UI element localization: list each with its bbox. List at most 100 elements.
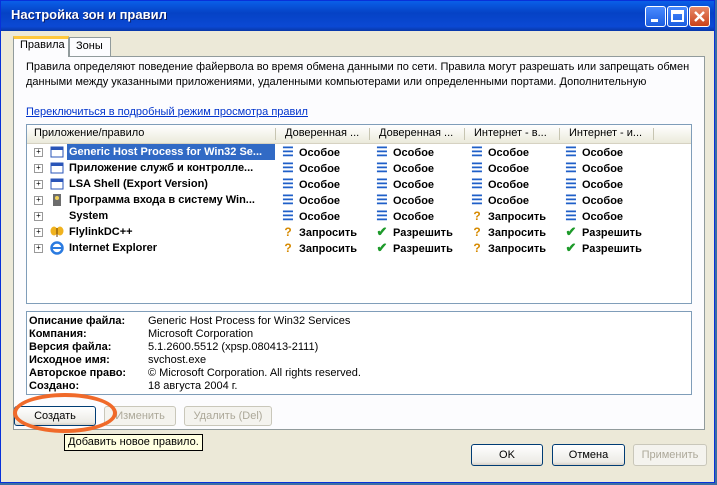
rule-cell[interactable]: ☰ Особое: [564, 192, 623, 208]
title-bar[interactable]: Настройка зон и правил: [1, 1, 714, 31]
special-rule-icon: ☰: [471, 192, 483, 207]
rule-cell[interactable]: ☰ Особое: [281, 208, 340, 224]
special-rule-icon: ☰: [565, 208, 577, 223]
special-rule-icon: ☰: [471, 160, 483, 175]
tab-rules[interactable]: Правила: [13, 36, 69, 57]
rule-name: FlylinkDC++: [69, 226, 133, 238]
expand-toggle-icon[interactable]: +: [34, 228, 43, 237]
rule-row[interactable]: + Приложение служб и контролле... ☰ Особое ☰…: [27, 160, 691, 176]
special-rule-icon: ☰: [565, 192, 577, 207]
special-rule-icon: ☰: [565, 160, 577, 175]
rule-row[interactable]: + System ☰ Особое ☰ Особое? Запросить ☰ Особое: [27, 208, 691, 224]
rule-cell[interactable]: ? Запросить: [281, 224, 357, 240]
column-header-trusted-in[interactable]: Доверенная ...: [285, 127, 359, 139]
ask-icon: ?: [473, 209, 481, 223]
rule-cell[interactable]: ✔ Разрешить: [375, 224, 453, 240]
allow-check-icon: ✔: [376, 224, 388, 239]
rule-row[interactable]: + FlylinkDC++ ? Запросить ✔ Разрешить ? Запроси…: [27, 224, 691, 240]
rule-row[interactable]: + Internet Explorer ? Запросить ✔ Разрешить ? З…: [27, 240, 691, 256]
maximize-icon: [671, 10, 684, 22]
rule-cell-text: Разрешить: [582, 227, 642, 239]
expand-toggle-icon[interactable]: +: [34, 244, 43, 253]
rule-cell[interactable]: ? Запросить: [470, 224, 546, 240]
rule-name: Internet Explorer: [69, 242, 158, 254]
rule-cell-text: Особое: [299, 179, 341, 191]
rule-cell[interactable]: ☰ Особое: [375, 192, 434, 208]
special-rule-icon: ☰: [282, 176, 294, 191]
tab-zones[interactable]: Зоны: [69, 37, 111, 56]
file-info-value: Generic Host Process for Win32 Services: [148, 315, 351, 327]
key-app-icon: [50, 193, 64, 207]
rule-cell[interactable]: ☰ Особое: [470, 176, 529, 192]
rule-cell[interactable]: ? Запросить: [470, 208, 546, 224]
rule-row[interactable]: + Программа входа в систему Win... ☰ Особое…: [27, 192, 691, 208]
minimize-icon: [651, 19, 658, 22]
file-info-value: © Microsoft Corporation. All rights rese…: [148, 367, 361, 379]
column-header-internet-in[interactable]: Интернет - в...: [474, 127, 547, 139]
window-app-icon: [50, 177, 64, 191]
rule-cell[interactable]: ☰ Особое: [375, 144, 434, 160]
rule-row[interactable]: + Generic Host Process for Win32 Se... ☰ Ос…: [27, 144, 691, 160]
rule-cell[interactable]: ✔ Разрешить: [375, 240, 453, 256]
ie-app-icon: [50, 241, 64, 255]
expand-toggle-icon[interactable]: +: [34, 196, 43, 205]
rule-cell-text: Запросить: [488, 227, 546, 239]
highlight-ring: [13, 393, 117, 433]
rule-cell[interactable]: ? Запросить: [470, 240, 546, 256]
rule-cell[interactable]: ☰ Особое: [564, 160, 623, 176]
rule-cell-text: Особое: [488, 195, 530, 207]
rule-cell[interactable]: ☰ Особое: [375, 176, 434, 192]
expand-toggle-icon[interactable]: +: [34, 180, 43, 189]
rule-cell[interactable]: ? Запросить: [281, 240, 357, 256]
rule-cell[interactable]: ☰ Особое: [564, 208, 623, 224]
window-app-icon: [50, 161, 64, 175]
expand-toggle-icon[interactable]: +: [34, 164, 43, 173]
detail-mode-link[interactable]: Переключиться в подробный режим просмотр…: [26, 106, 308, 118]
close-button[interactable]: [689, 6, 710, 27]
cancel-button[interactable]: Отмена: [552, 444, 625, 466]
expand-toggle-icon[interactable]: +: [34, 148, 43, 157]
ok-button[interactable]: OK: [471, 444, 543, 466]
column-header-app[interactable]: Приложение/правило: [34, 127, 144, 139]
minimize-button[interactable]: [645, 6, 666, 27]
rule-cell[interactable]: ☰ Особое: [470, 160, 529, 176]
special-rule-icon: ☰: [282, 192, 294, 207]
rule-cell-text: Особое: [582, 211, 624, 223]
rule-cell[interactable]: ✔ Разрешить: [564, 224, 642, 240]
rule-cell-text: Особое: [393, 211, 435, 223]
rule-row[interactable]: + LSA Shell (Export Version) ☰ Особое ☰ Особо…: [27, 176, 691, 192]
rule-cell[interactable]: ☰ Особое: [564, 144, 623, 160]
file-info-value: 5.1.2600.5512 (xpsp.080413-2111): [148, 341, 319, 353]
rule-name: Generic Host Process for Win32 Se...: [67, 144, 275, 160]
rule-cell-text: Особое: [582, 147, 624, 159]
allow-check-icon: ✔: [565, 224, 577, 239]
maximize-button[interactable]: [667, 6, 688, 27]
rule-name: LSA Shell (Export Version): [69, 178, 208, 190]
create-rule-tooltip: Добавить новое правило.: [64, 434, 203, 451]
rule-cell[interactable]: ☰ Особое: [470, 144, 529, 160]
rule-cell-text: Особое: [299, 163, 341, 175]
column-header-trusted-out[interactable]: Доверенная ...: [379, 127, 453, 139]
rule-cell-text: Особое: [582, 163, 624, 175]
expand-toggle-icon[interactable]: +: [34, 212, 43, 221]
rule-cell[interactable]: ☰ Особое: [281, 192, 340, 208]
file-info-label: Исходное имя:: [29, 354, 110, 366]
rule-cell[interactable]: ☰ Особое: [375, 160, 434, 176]
delete-rule-button[interactable]: Удалить (Del): [184, 406, 272, 426]
rule-cell[interactable]: ☰ Особое: [375, 208, 434, 224]
apply-button[interactable]: Применить: [633, 444, 707, 466]
special-rule-icon: ☰: [282, 144, 294, 159]
rule-cell[interactable]: ☰ Особое: [281, 176, 340, 192]
special-rule-icon: ☰: [282, 208, 294, 223]
rules-list[interactable]: Приложение/правило Доверенная ... Довере…: [26, 124, 692, 304]
rule-cell[interactable]: ✔ Разрешить: [564, 240, 642, 256]
rule-cell[interactable]: ☰ Особое: [281, 160, 340, 176]
rule-cell[interactable]: ☰ Особое: [564, 176, 623, 192]
special-rule-icon: ☰: [376, 160, 388, 175]
column-header-internet-out[interactable]: Интернет - и...: [569, 127, 642, 139]
file-info-label: Компания:: [29, 328, 87, 340]
rule-cell[interactable]: ☰ Особое: [281, 144, 340, 160]
rule-cell-text: Особое: [393, 179, 435, 191]
allow-check-icon: ✔: [376, 240, 388, 255]
rule-cell[interactable]: ☰ Особое: [470, 192, 529, 208]
